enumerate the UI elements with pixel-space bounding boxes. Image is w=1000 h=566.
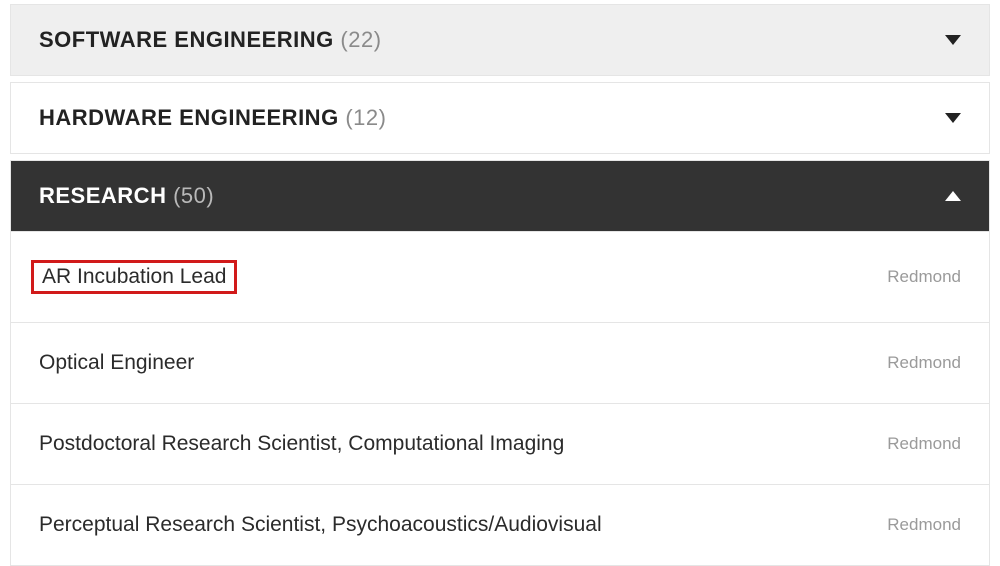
category-count: 22 — [340, 27, 381, 52]
category-count: 12 — [345, 105, 386, 130]
job-location: Redmond — [887, 434, 961, 454]
category-count: 50 — [173, 183, 214, 208]
job-location: Redmond — [887, 353, 961, 373]
job-location: Redmond — [887, 515, 961, 535]
category-hardware-engineering[interactable]: HARDWARE ENGINEERING 12 — [10, 82, 990, 154]
category-name: SOFTWARE ENGINEERING — [39, 27, 334, 52]
chevron-down-icon — [945, 113, 961, 123]
job-title: Perceptual Research Scientist, Psychoaco… — [39, 513, 602, 537]
highlight-annotation: AR Incubation Lead — [31, 260, 237, 294]
chevron-down-icon — [945, 35, 961, 45]
job-title: Optical Engineer — [39, 351, 194, 375]
category-software-engineering[interactable]: SOFTWARE ENGINEERING 22 — [10, 4, 990, 76]
job-row[interactable]: AR Incubation Lead Redmond — [10, 232, 990, 323]
job-listings-panel: SOFTWARE ENGINEERING 22 HARDWARE ENGINEE… — [0, 0, 1000, 566]
job-row[interactable]: Optical Engineer Redmond — [10, 323, 990, 404]
category-name: RESEARCH — [39, 183, 166, 208]
category-label: RESEARCH 50 — [39, 183, 214, 209]
category-research[interactable]: RESEARCH 50 — [10, 160, 990, 232]
category-name: HARDWARE ENGINEERING — [39, 105, 339, 130]
job-row[interactable]: Perceptual Research Scientist, Psychoaco… — [10, 485, 990, 566]
job-row[interactable]: Postdoctoral Research Scientist, Computa… — [10, 404, 990, 485]
job-title: AR Incubation Lead — [39, 260, 237, 294]
chevron-up-icon — [945, 191, 961, 201]
category-label: SOFTWARE ENGINEERING 22 — [39, 27, 382, 53]
job-title: Postdoctoral Research Scientist, Computa… — [39, 432, 564, 456]
job-location: Redmond — [887, 267, 961, 287]
category-label: HARDWARE ENGINEERING 12 — [39, 105, 386, 131]
